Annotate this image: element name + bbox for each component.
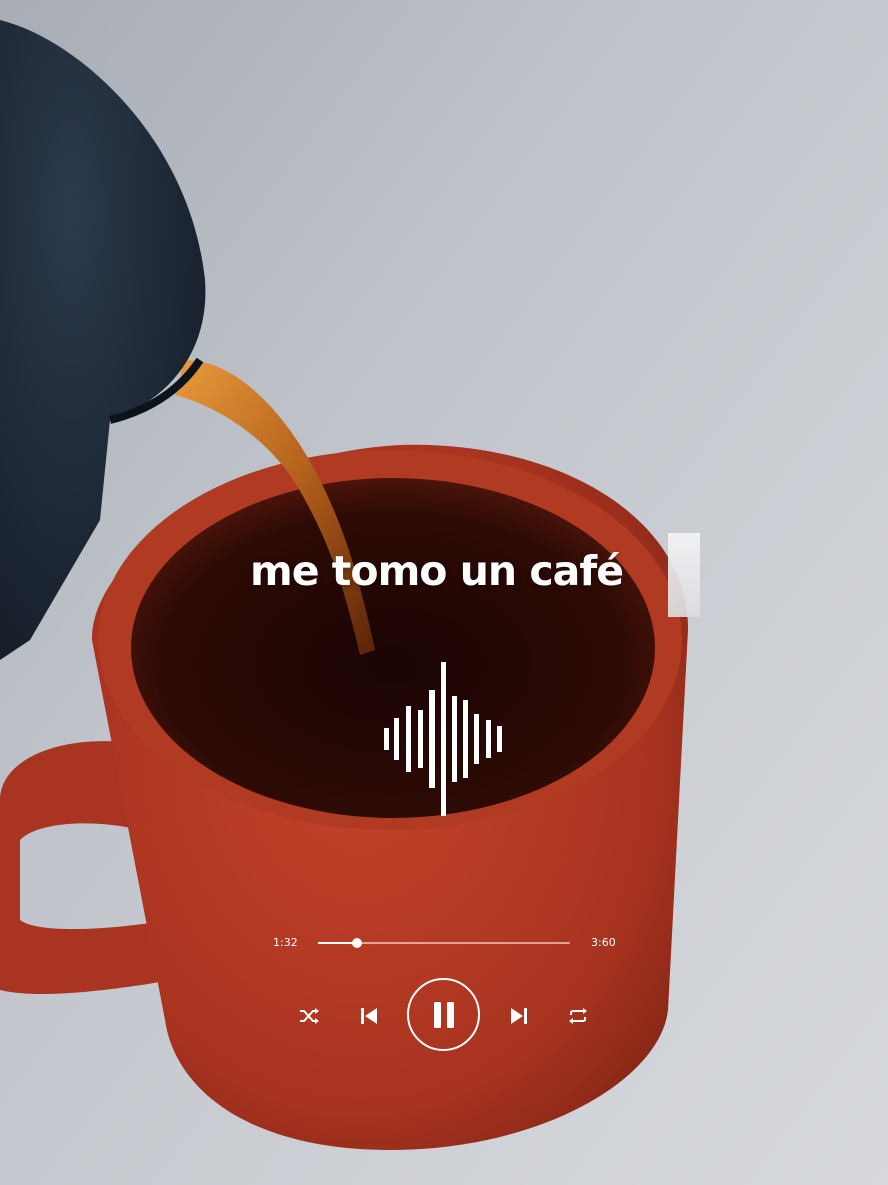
next-button[interactable] — [508, 1004, 530, 1028]
waveform-bar — [497, 726, 502, 752]
waveform-bar — [429, 690, 435, 788]
previous-button[interactable] — [358, 1004, 380, 1028]
text-cursor-block — [668, 533, 700, 617]
lyric-text: me tomo un café — [250, 547, 624, 595]
waveform-bar — [384, 728, 389, 750]
pause-button[interactable] — [407, 978, 480, 1051]
progress-slider[interactable] — [318, 938, 570, 948]
pause-icon — [433, 1001, 454, 1028]
waveform-bar — [463, 700, 468, 778]
repeat-icon — [569, 1008, 587, 1024]
shuffle-button[interactable] — [298, 1005, 322, 1027]
skip-previous-icon — [361, 1008, 377, 1024]
total-time: 3:60 — [591, 936, 616, 949]
repeat-button[interactable] — [566, 1005, 590, 1027]
waveform-bar — [486, 720, 491, 758]
skip-next-icon — [511, 1008, 527, 1024]
waveform-bar — [394, 718, 399, 760]
waveform-bar — [441, 662, 446, 816]
waveform-bar — [474, 714, 479, 764]
shuffle-icon — [300, 1008, 319, 1024]
current-time: 1:32 — [273, 936, 298, 949]
audio-waveform-icon — [384, 662, 502, 816]
waveform-bar — [418, 710, 423, 768]
waveform-bar — [452, 696, 457, 782]
progress-knob[interactable] — [352, 938, 363, 948]
waveform-bar — [406, 706, 411, 772]
